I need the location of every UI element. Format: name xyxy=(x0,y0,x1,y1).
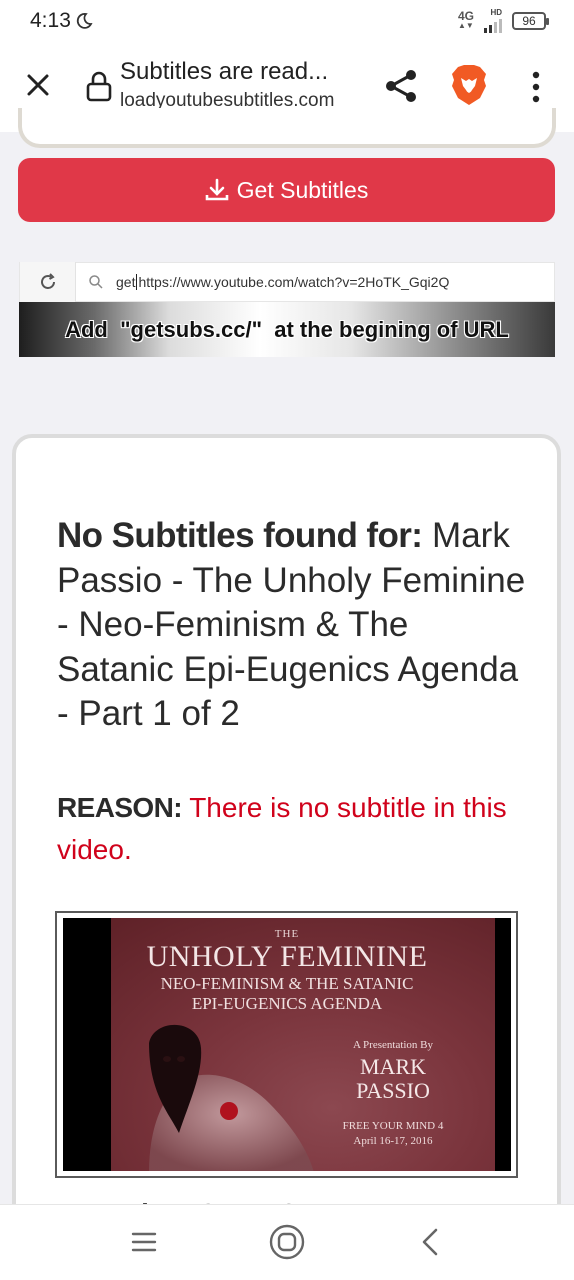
battery-icon: 96 xyxy=(512,12,549,30)
poster-subtitle: NEO-FEMINISM & THE SATANIC EPI-EUGENICS … xyxy=(63,974,511,1014)
poster-subtitle-line1: NEO-FEMINISM & THE SATANIC xyxy=(160,974,414,993)
reason-label: REASON: xyxy=(57,792,183,823)
reason-block: REASON: There is no subtitle in this vid… xyxy=(57,787,527,871)
poster-the: THE xyxy=(274,928,300,940)
previous-card-edge xyxy=(18,108,556,148)
no-subtitles-label: No Subtitles found for: xyxy=(57,516,423,555)
get-subtitles-button[interactable]: Get Subtitles xyxy=(18,158,555,222)
close-icon[interactable] xyxy=(22,70,54,102)
address-block[interactable]: Subtitles are read... loadyoutubesubtitl… xyxy=(120,58,370,112)
poster-event-date: April 16-17, 2016 xyxy=(353,1135,433,1147)
brave-lion-icon[interactable] xyxy=(450,64,488,106)
poster-event: FREE YOUR MIND 4 April 16-17, 2016 xyxy=(313,1119,473,1149)
reload-icon xyxy=(20,262,76,302)
instruction-url-rest: https://www.youtube.com/watch?v=2HoTK_Gq… xyxy=(138,274,450,290)
woman-figure-image xyxy=(149,1024,314,1171)
signal-icon xyxy=(484,17,502,33)
download-icon xyxy=(205,178,228,201)
instruction-url-bar: get https://www.youtube.com/watch?v=2HoTK… xyxy=(19,262,555,302)
search-icon xyxy=(76,274,116,290)
moon-icon xyxy=(76,13,93,29)
signal-group: HD xyxy=(484,9,502,33)
poster-presentation-by: A Presentation By xyxy=(352,1039,434,1051)
status-bar: 4:13 4G ▲▼ HD 96 xyxy=(0,0,574,42)
back-icon[interactable] xyxy=(418,1227,442,1257)
poster-name-line1: MARK xyxy=(359,1054,426,1079)
get-subtitles-label: Get Subtitles xyxy=(236,176,369,203)
data-arrows-icon: ▲▼ xyxy=(457,21,474,30)
lock-icon[interactable] xyxy=(86,70,112,102)
instruction-url: get https://www.youtube.com/watch?v=2HoTK… xyxy=(116,274,449,290)
page-title: Subtitles are read... xyxy=(120,58,329,85)
network-type: 4G xyxy=(457,9,474,23)
network-indicator: 4G ▲▼ xyxy=(457,9,474,31)
poster-subtitle-line2: EPI-EUGENICS AGENDA xyxy=(191,994,383,1013)
more-vert-icon[interactable] xyxy=(524,70,548,104)
instruction-url-prefix: get xyxy=(116,274,136,290)
clock: 4:13 xyxy=(30,9,71,32)
status-left: 4:13 xyxy=(30,9,93,33)
video-thumbnail[interactable]: THE UNHOLY FEMININE NEO-FEMINISM & THE S… xyxy=(63,918,511,1171)
poster-name-line2: PASSIO xyxy=(356,1078,430,1103)
poster-event-name: FREE YOUR MIND 4 xyxy=(342,1120,444,1132)
instruction-image: get https://www.youtube.com/watch?v=2HoTK… xyxy=(19,262,555,357)
instruction-caption: Add "getsubs.cc/" at the begining of URL xyxy=(19,302,555,357)
home-icon[interactable] xyxy=(268,1223,306,1261)
battery-level: 96 xyxy=(522,14,536,28)
hd-label: HD xyxy=(490,8,502,17)
share-icon[interactable] xyxy=(384,68,418,104)
poster-title: UNHOLY FEMININE xyxy=(146,940,428,973)
poster-presenter: MARK PASSIO xyxy=(323,1055,463,1103)
status-right: 4G ▲▼ HD 96 xyxy=(457,9,549,33)
recents-icon[interactable] xyxy=(131,1231,157,1253)
system-navigation-bar xyxy=(0,1204,574,1280)
no-subtitles-heading: No Subtitles found for: Mark Passio - Th… xyxy=(57,514,527,737)
